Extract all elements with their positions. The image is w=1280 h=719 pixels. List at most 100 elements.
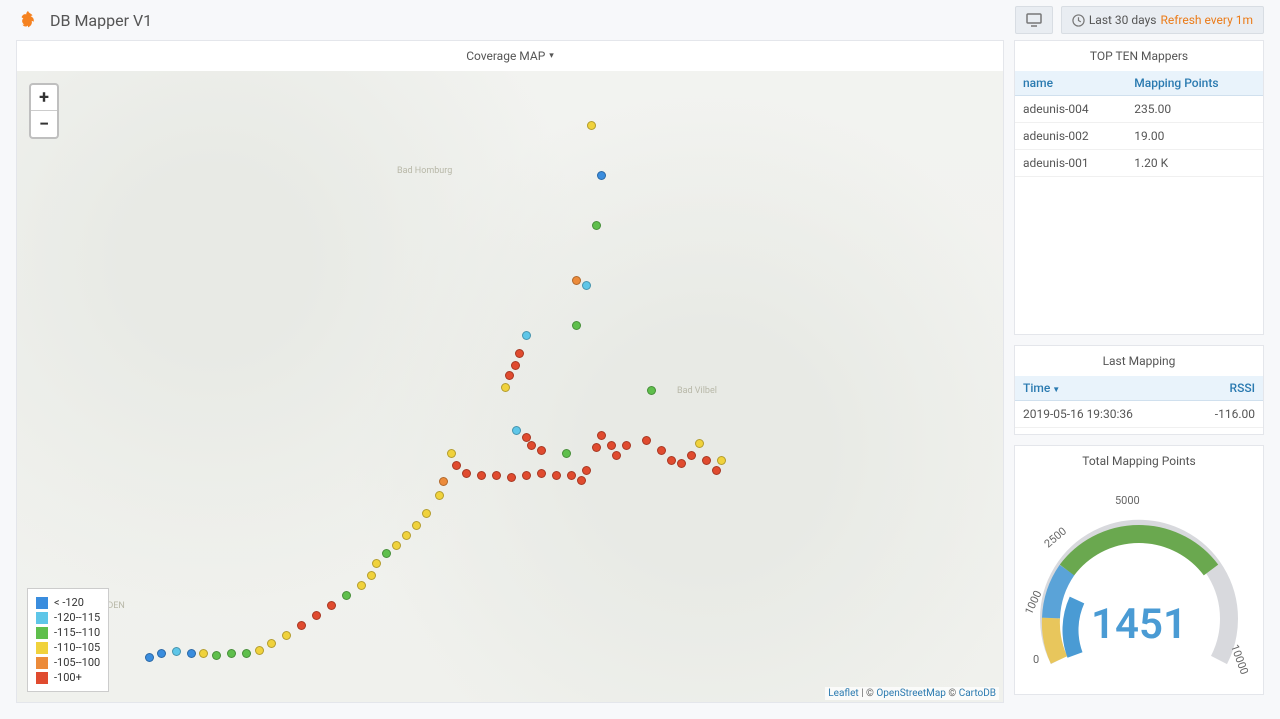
map-data-point[interactable]	[402, 531, 411, 540]
time-range-button[interactable]: Last 30 days Refresh every 1m	[1061, 6, 1264, 34]
map-data-point[interactable]	[717, 456, 726, 465]
map-data-point[interactable]	[667, 456, 676, 465]
map-data-point[interactable]	[452, 461, 461, 470]
map-data-point[interactable]	[477, 471, 486, 480]
map-data-point[interactable]	[642, 436, 651, 445]
map-data-point[interactable]	[382, 549, 391, 558]
map-data-point[interactable]	[412, 521, 421, 530]
map-data-point[interactable]	[572, 321, 581, 330]
map-data-point[interactable]	[227, 649, 236, 658]
map-data-point[interactable]	[282, 631, 291, 640]
map-data-point[interactable]	[212, 651, 221, 660]
map-data-point[interactable]	[522, 471, 531, 480]
map-data-point[interactable]	[367, 571, 376, 580]
map-data-point[interactable]	[435, 491, 444, 500]
page-title: DB Mapper V1	[50, 11, 152, 30]
osm-link[interactable]: OpenStreetMap	[876, 688, 946, 699]
map-data-point[interactable]	[255, 646, 264, 655]
map-data-point[interactable]	[537, 469, 546, 478]
carto-link[interactable]: CartoDB	[959, 688, 996, 699]
map-data-point[interactable]	[607, 441, 616, 450]
legend-swatch	[36, 657, 48, 669]
map-data-point[interactable]	[572, 276, 581, 285]
col-points[interactable]: Mapping Points	[1126, 71, 1263, 96]
map-data-point[interactable]	[492, 471, 501, 480]
cell-time: 2019-05-16 19:30:36	[1015, 401, 1186, 428]
map-data-point[interactable]	[712, 466, 721, 475]
last-mapping-title[interactable]: Last Mapping	[1015, 346, 1263, 376]
map-data-point[interactable]	[392, 541, 401, 550]
map-data-point[interactable]	[199, 649, 208, 658]
map-data-point[interactable]	[357, 581, 366, 590]
map-data-point[interactable]	[522, 331, 531, 340]
map-data-point[interactable]	[577, 476, 586, 485]
total-points-title[interactable]: Total Mapping Points	[1015, 446, 1263, 476]
map-data-point[interactable]	[537, 446, 546, 455]
map-data-point[interactable]	[592, 443, 601, 452]
map-data-point[interactable]	[567, 471, 576, 480]
map-data-point[interactable]	[327, 601, 336, 610]
map-data-point[interactable]	[507, 473, 516, 482]
col-name[interactable]: name	[1015, 71, 1126, 96]
time-range-label: Last 30 days	[1089, 13, 1157, 27]
map-data-point[interactable]	[512, 426, 521, 435]
map-data-point[interactable]	[657, 446, 666, 455]
map-data-point[interactable]	[242, 649, 251, 658]
top-mappers-title[interactable]: TOP TEN Mappers	[1015, 41, 1263, 71]
map-attribution: Leaflet | © OpenStreetMap © CartoDB	[825, 687, 999, 700]
map-data-point[interactable]	[515, 349, 524, 358]
map-data-point[interactable]	[702, 456, 711, 465]
map-data-point[interactable]	[372, 559, 381, 568]
map-data-point[interactable]	[511, 361, 520, 370]
map-data-point[interactable]	[677, 459, 686, 468]
map-data-point[interactable]	[597, 171, 606, 180]
cell-name: adeunis-001	[1015, 150, 1126, 177]
map-data-point[interactable]	[187, 649, 196, 658]
map-data-point[interactable]	[582, 281, 591, 290]
chevron-down-icon: ▾	[549, 51, 554, 61]
tick-5000: 5000	[1115, 494, 1140, 507]
map-panel-title[interactable]: Coverage MAP ▾	[17, 41, 1003, 71]
map-data-point[interactable]	[647, 386, 656, 395]
zoom-out-button[interactable]: −	[31, 111, 57, 137]
map-data-point[interactable]	[267, 639, 276, 648]
map-data-point[interactable]	[447, 449, 456, 458]
map-data-point[interactable]	[439, 477, 448, 486]
map-data-point[interactable]	[527, 441, 536, 450]
map-data-point[interactable]	[582, 466, 591, 475]
map-data-point[interactable]	[462, 469, 471, 478]
gauge: 1451 0 1000 2500 5000 10000	[1015, 476, 1263, 694]
map-data-point[interactable]	[157, 649, 166, 658]
monitor-icon	[1026, 13, 1042, 27]
map-data-point[interactable]	[552, 471, 561, 480]
map-data-point[interactable]	[312, 611, 321, 620]
map-data-point[interactable]	[597, 431, 606, 440]
cell-points: 19.00	[1126, 123, 1263, 150]
map-data-point[interactable]	[592, 221, 601, 230]
map-data-point[interactable]	[145, 653, 154, 662]
col-rssi[interactable]: RSSI	[1186, 376, 1263, 401]
coverage-map-panel: Coverage MAP ▾ WIESBADENBad HomburgBad V…	[16, 40, 1004, 703]
cell-name: adeunis-002	[1015, 123, 1126, 150]
map-data-point[interactable]	[422, 509, 431, 518]
leaflet-link[interactable]: Leaflet	[828, 688, 858, 699]
map-data-point[interactable]	[562, 449, 571, 458]
gauge-svg	[1029, 490, 1249, 680]
map-legend: < -120-120--115-115--110-110--105-105--1…	[27, 588, 109, 692]
map-data-point[interactable]	[501, 383, 510, 392]
zoom-in-button[interactable]: +	[31, 85, 57, 111]
map-data-point[interactable]	[342, 591, 351, 600]
map-data-point[interactable]	[687, 451, 696, 460]
tv-mode-button[interactable]	[1015, 6, 1053, 34]
map-data-point[interactable]	[172, 647, 181, 656]
map-data-point[interactable]	[622, 441, 631, 450]
map-data-point[interactable]	[297, 621, 306, 630]
legend-row: -110--105	[36, 640, 100, 655]
col-time[interactable]: Time▼	[1015, 376, 1186, 401]
map-data-point[interactable]	[587, 121, 596, 130]
map-data-point[interactable]	[695, 439, 704, 448]
map-data-point[interactable]	[505, 371, 514, 380]
map-data-point[interactable]	[612, 451, 621, 460]
map-canvas[interactable]: WIESBADENBad HomburgBad Vilbel + − < -12…	[17, 71, 1003, 702]
cell-points: 1.20 K	[1126, 150, 1263, 177]
